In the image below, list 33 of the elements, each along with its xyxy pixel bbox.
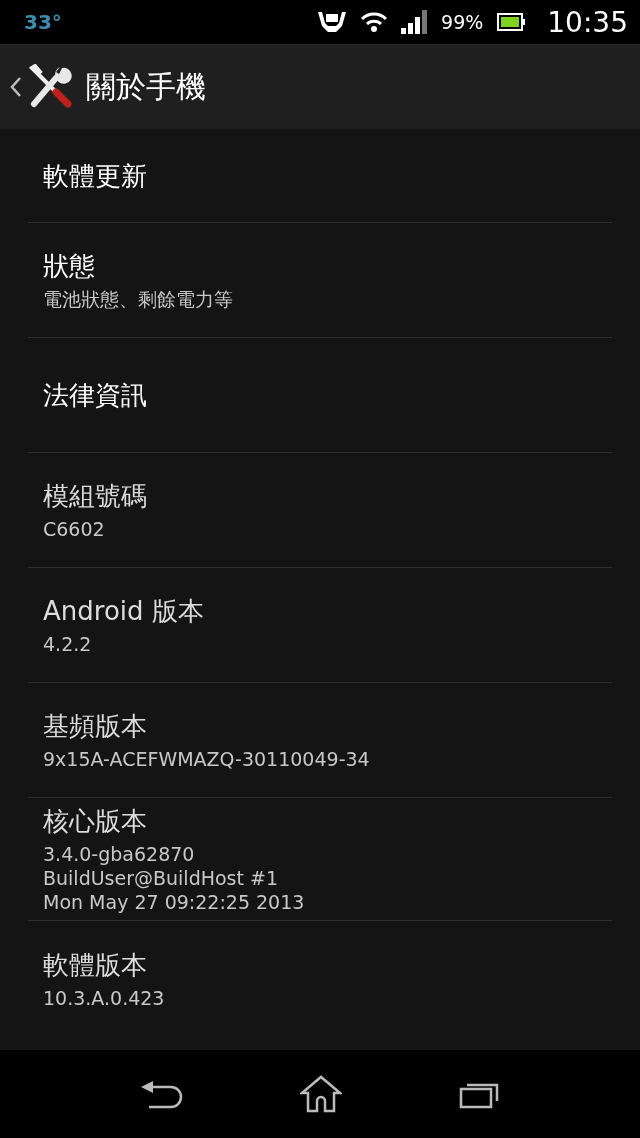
- battery-icon: [497, 13, 526, 31]
- signal-icon: [401, 10, 428, 34]
- page-title: 關於手機: [86, 67, 206, 106]
- clock: 10:35: [547, 5, 628, 39]
- settings-item[interactable]: 軟體更新: [28, 129, 612, 223]
- item-summary: 9x15A-ACEFWMAZQ-30110049-34: [43, 747, 370, 771]
- item-title: 模組號碼: [43, 480, 147, 513]
- settings-item[interactable]: 軟體版本 10.3.A.0.423: [28, 921, 612, 1036]
- item-summary: C6602: [43, 517, 105, 541]
- settings-item[interactable]: Android 版本 4.2.2: [28, 568, 612, 683]
- item-title: 法律資訊: [43, 379, 147, 412]
- item-title: 軟體版本: [43, 948, 147, 982]
- item-summary: 3.4.0-gba62870 BuildUser@BuildHost #1 Mon May 27 09:22:25 2013: [43, 842, 305, 914]
- hands-icon: [317, 10, 348, 34]
- battery-percent: 99%: [441, 11, 484, 33]
- item-summary: 4.2.2: [43, 632, 92, 656]
- temperature: 33°: [24, 10, 62, 34]
- settings-item[interactable]: 法律資訊: [28, 338, 612, 453]
- wifi-icon: [361, 11, 388, 33]
- settings-item[interactable]: 狀態 電池狀態、剩餘電力等: [28, 223, 612, 338]
- settings-item[interactable]: 核心版本 3.4.0-gba62870 BuildUser@BuildHost #1 Mon May 27 09:22:25 2013: [28, 798, 612, 921]
- settings-item[interactable]: 模組號碼 C6602: [28, 453, 612, 568]
- item-summary: 10.3.A.0.423: [43, 985, 165, 1010]
- tools-icon: [26, 64, 72, 110]
- settings-item[interactable]: 基頻版本 9x15A-ACEFWMAZQ-30110049-34: [28, 683, 612, 798]
- chevron-left-icon: [10, 76, 22, 98]
- item-summary: 電池狀態、剩餘電力等: [43, 287, 233, 311]
- item-title: 核心版本: [43, 805, 147, 838]
- item-title: 軟體更新: [43, 159, 147, 193]
- item-title: 基頻版本: [43, 710, 147, 743]
- item-title: 狀態: [43, 250, 95, 283]
- home-button[interactable]: [300, 1075, 342, 1113]
- item-title: Android 版本: [43, 595, 204, 628]
